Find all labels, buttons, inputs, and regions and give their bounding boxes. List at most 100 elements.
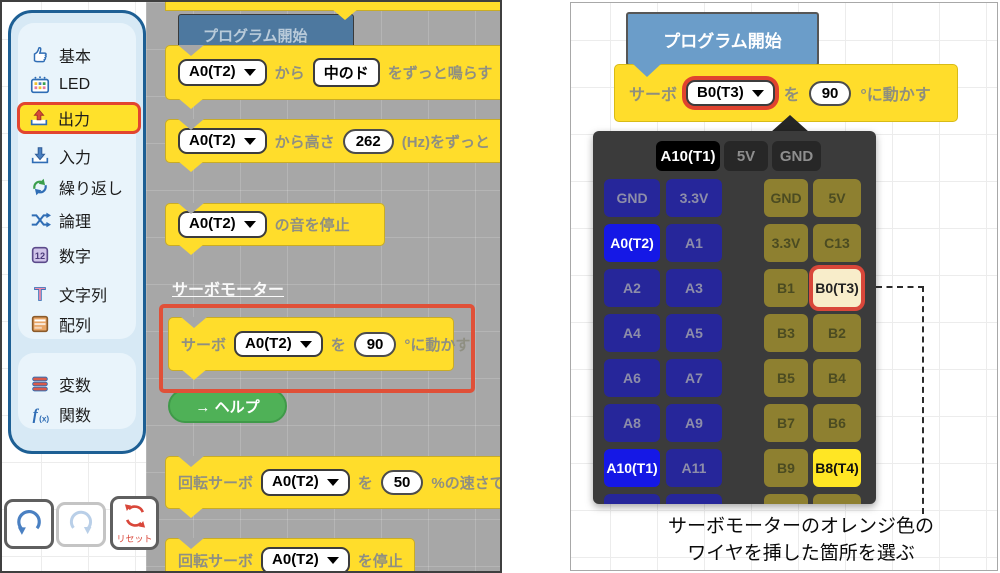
pin-cell-GND[interactable]: GND: [764, 179, 808, 217]
blockly-editor-screenshot: プログラム開始 A0(T2) から 中のド をずっと鳴らす A0(T2) から高…: [0, 0, 502, 573]
play-frequency-block[interactable]: A0(T2) から高さ 262 (Hz)をずっと: [165, 119, 500, 172]
block-notch: [178, 538, 204, 549]
block-notch: [178, 119, 204, 130]
pin-dropdown[interactable]: A0(T2): [178, 211, 267, 238]
pin-cell-B4[interactable]: B4: [813, 359, 861, 397]
sidebar-item-basic[interactable]: 基本: [21, 41, 137, 69]
pin-cell-cutoff[interactable]: [764, 494, 808, 504]
pin-cell-5V[interactable]: 5V: [813, 179, 861, 217]
pin-cell-A6[interactable]: A6: [604, 359, 660, 397]
block-text: °に動かす: [404, 336, 471, 354]
sidebar-item-numbers[interactable]: 12 数字: [21, 241, 137, 269]
numbers-icon: 12: [29, 244, 51, 266]
pin-cell-cutoff[interactable]: [666, 494, 722, 504]
redo-button[interactable]: [56, 502, 106, 547]
pin-cell-A4[interactable]: A4: [604, 314, 660, 352]
pin-cell-A5[interactable]: A5: [666, 314, 722, 352]
pin-cell-A3[interactable]: A3: [666, 269, 722, 307]
pin-cell-B0(T3)[interactable]: B0(T3): [813, 269, 861, 307]
pin-cell-A2[interactable]: A2: [604, 269, 660, 307]
pin-cell-A9[interactable]: A9: [666, 404, 722, 442]
pin-cell-3.3V[interactable]: 3.3V: [764, 224, 808, 262]
pin-header-A10(T1)[interactable]: A10(T1): [656, 141, 720, 171]
block-tab: [178, 244, 204, 255]
shuffle-icon: [29, 209, 51, 231]
pin-cell-B1[interactable]: B1: [764, 269, 808, 307]
sidebar-item-label: 文字列: [59, 288, 108, 305]
pin-cell-B5[interactable]: B5: [764, 359, 808, 397]
block-text: サーボ: [181, 336, 227, 354]
block-tab: [178, 507, 204, 518]
reset-button[interactable]: リセット: [110, 496, 159, 550]
chevron-down-icon: [326, 557, 339, 564]
program-start-block[interactable]: プログラム開始: [626, 12, 819, 66]
play-note-block[interactable]: A0(T2) から 中のド をずっと鳴らす: [165, 45, 500, 109]
block-text: の音を停止: [274, 217, 350, 234]
servo-angle-block[interactable]: サーボ A0(T2) を 90 °に動かす: [168, 317, 470, 380]
sidebar-item-label: 関数: [59, 408, 92, 425]
block-text: を: [330, 336, 346, 354]
pin-cell-B7[interactable]: B7: [764, 404, 808, 442]
block-notch: [181, 317, 207, 328]
pin-dropdown[interactable]: A0(T2): [178, 59, 267, 86]
pin-dropdown[interactable]: A0(T2): [261, 547, 350, 571]
sidebar-item-loops[interactable]: 繰り返し: [21, 173, 137, 201]
svg-text:(x): (x): [39, 414, 49, 423]
undo-button[interactable]: [4, 499, 54, 549]
pin-cell-B9[interactable]: B9: [764, 449, 808, 487]
rotation-servo-stop-block[interactable]: 回転サーボ A0(T2) を停止: [165, 538, 415, 571]
thumbs-up-icon: [29, 44, 51, 66]
pin-cell-A7[interactable]: A7: [666, 359, 722, 397]
pin-header-5V[interactable]: 5V: [724, 141, 768, 171]
note-field[interactable]: 中のド: [312, 58, 380, 87]
number-field[interactable]: 90: [808, 80, 852, 106]
block-notch: [178, 203, 204, 214]
pin-cell-C13[interactable]: C13: [813, 224, 861, 262]
number-field[interactable]: 262: [342, 128, 394, 154]
sidebar-item-label: 配列: [59, 318, 92, 335]
block-text: を: [357, 475, 373, 492]
block-text: から高さ: [274, 133, 335, 151]
sidebar-item-label: 繰り返し: [59, 181, 124, 198]
pin-dropdown[interactable]: A0(T2): [234, 330, 323, 358]
pin-cell-A10(T1)[interactable]: A10(T1): [604, 449, 660, 487]
number-field[interactable]: 50: [380, 470, 424, 495]
pin-cell-A11[interactable]: A11: [666, 449, 722, 487]
sidebar-item-led[interactable]: LED: [21, 71, 137, 99]
pin-cell-B6[interactable]: B6: [813, 404, 861, 442]
sidebar-item-input[interactable]: 入力: [21, 142, 137, 170]
undo-icon: [13, 506, 45, 543]
sidebar-item-arrays[interactable]: 配列: [21, 310, 137, 338]
pin-value: A0(T2): [189, 215, 236, 233]
stop-sound-block[interactable]: A0(T2) の音を停止: [165, 203, 385, 255]
block-text: を: [783, 87, 800, 104]
sidebar-item-logic[interactable]: 論理: [21, 206, 137, 234]
pin-cell-GND[interactable]: GND: [604, 179, 660, 217]
pin-cell-A1[interactable]: A1: [666, 224, 722, 262]
rotation-servo-speed-block[interactable]: 回転サーボ A0(T2) を 50 %の速さで回: [165, 456, 500, 518]
sidebar-item-functions[interactable]: f (x) 関数: [21, 400, 137, 428]
pin-value: A0(T2): [245, 334, 292, 352]
pin-cell-B2[interactable]: B2: [813, 314, 861, 352]
pin-value: A0(T2): [272, 551, 319, 569]
pin-cell-B8(T4)[interactable]: B8(T4): [813, 449, 861, 487]
pin-cell-cutoff[interactable]: [813, 494, 861, 504]
pin-cell-cutoff[interactable]: [604, 494, 660, 504]
servo-angle-block[interactable]: サーボ B0(T3) を 90 °に動かす: [614, 64, 958, 122]
sidebar-item-strings[interactable]: T 文字列: [21, 280, 137, 308]
pin-dropdown[interactable]: A0(T2): [178, 127, 267, 155]
pin-cell-3.3V[interactable]: 3.3V: [666, 179, 722, 217]
function-icon: f (x): [29, 403, 51, 425]
block-tab: [633, 64, 661, 77]
sidebar-item-output[interactable]: 出力: [17, 102, 141, 134]
pin-dropdown-highlighted[interactable]: B0(T3): [686, 79, 775, 107]
pin-cell-B3[interactable]: B3: [764, 314, 808, 352]
help-button[interactable]: → ヘルプ: [168, 389, 287, 423]
pin-dropdown[interactable]: A0(T2): [261, 469, 350, 496]
number-field[interactable]: 90: [353, 331, 397, 357]
sidebar-item-variables[interactable]: 変数: [21, 370, 137, 398]
pin-cell-A8[interactable]: A8: [604, 404, 660, 442]
program-start-label: プログラム開始: [203, 27, 308, 45]
pin-header-GND[interactable]: GND: [772, 141, 821, 171]
pin-cell-A0(T2)[interactable]: A0(T2): [604, 224, 660, 262]
